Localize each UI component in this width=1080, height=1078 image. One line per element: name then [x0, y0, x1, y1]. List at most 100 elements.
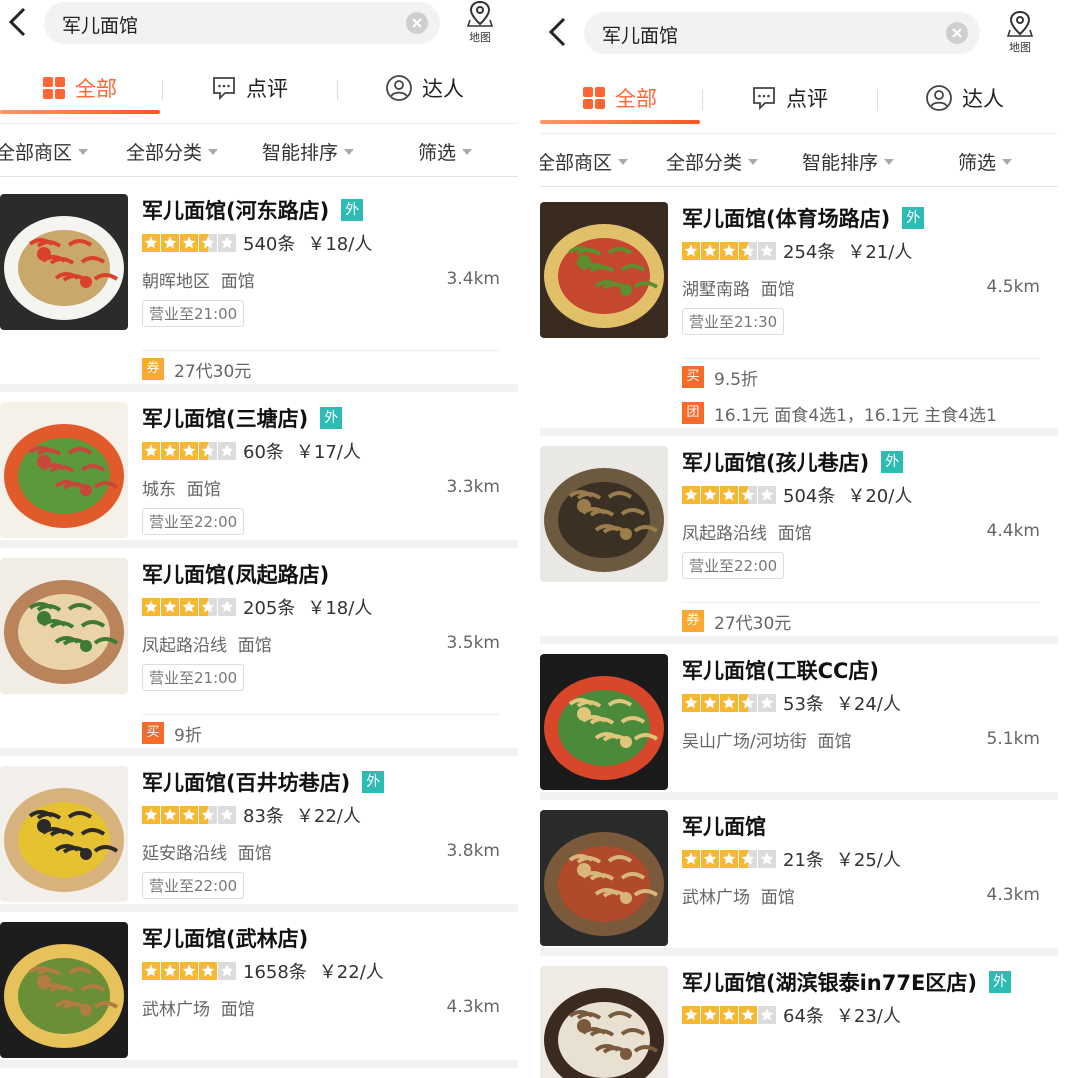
restaurant-photo — [540, 202, 668, 338]
review-count: 53条 — [783, 694, 824, 715]
rating-row: 21条 ￥25/人 — [682, 842, 1040, 876]
star-icon — [720, 242, 738, 260]
distance: 3.5km — [446, 633, 500, 653]
restaurant-info: 军儿面馆(工联CC店) 53条 ￥24/人 吴山广场/河坊街 面馆 5.1km — [682, 654, 1040, 758]
star-icon — [142, 598, 160, 616]
back-arrow-icon[interactable] — [546, 16, 570, 48]
area-row: 朝晖地区 面馆 3.4km — [142, 260, 500, 298]
restaurant-photo — [0, 766, 128, 902]
takeout-badge: 外 — [320, 407, 343, 429]
restaurant-card[interactable]: 军儿面馆(凤起路店) 205条 ￥18/人 凤起路沿线 面馆 3.5km 营业至21:00… — [0, 548, 518, 756]
tab-all-label: 全部 — [75, 77, 117, 101]
restaurant-card[interactable]: 军儿面馆(孩儿巷店) 外 504条 ￥20/人 凤起路沿线 面馆 4.4km 营业至22:0… — [540, 436, 1058, 644]
promo-section: 券 27代30元 — [682, 592, 1040, 639]
restaurant-card[interactable]: 军儿面馆(武林店) 1658条 ￥22/人 武林广场 面馆 4.3km — [0, 912, 518, 1068]
restaurant-card[interactable]: 军儿面馆 21条 ￥25/人 武林广场 面馆 4.3km — [540, 800, 1058, 956]
search-row: 军儿面馆 地图 — [540, 10, 1058, 62]
filter-category[interactable]: 全部分类 — [126, 138, 219, 165]
star-icon — [180, 598, 198, 616]
restaurant-photo — [540, 810, 668, 946]
promo-item[interactable]: 券 27代30元 — [142, 351, 500, 387]
name-row: 军儿面馆(河东路店) 外 — [142, 194, 500, 226]
restaurant-card[interactable]: 军儿面馆(百井坊巷店) 外 83条 ￥22/人 延安路沿线 面馆 3.8km 营业至22:0… — [0, 756, 518, 912]
promo-text: 9.5折 — [714, 369, 759, 390]
name-row: 军儿面馆(凤起路店) — [142, 558, 500, 590]
filter-sort[interactable]: 智能排序 — [802, 148, 895, 175]
tab-active-underline — [0, 110, 160, 114]
area-category: 武林广场 面馆 — [682, 887, 795, 908]
star-icon — [758, 1006, 776, 1024]
name-row: 军儿面馆(三塘店) 外 — [142, 402, 500, 434]
star-icon — [682, 1006, 700, 1024]
name-row: 军儿面馆(体育场路店) 外 — [682, 202, 1040, 234]
name-row: 军儿面馆(湖滨银泰in77E区店) 外 — [682, 966, 1040, 998]
area-category: 凤起路沿线 面馆 — [142, 635, 272, 656]
search-input[interactable]: 军儿面馆 — [44, 2, 440, 44]
restaurant-card[interactable]: 军儿面馆(体育场路店) 外 254条 ￥21/人 湖墅南路 面馆 4.5km 营业至21:3… — [540, 192, 1058, 436]
tab-experts[interactable]: 达人 — [340, 62, 510, 114]
avg-price: ￥17/人 — [295, 442, 361, 463]
restaurant-info: 军儿面馆(三塘店) 外 60条 ￥17/人 城东 面馆 3.3km 营业至22:00 — [142, 402, 500, 535]
business-hours: 营业至21:30 — [682, 308, 785, 335]
area-row: 城东 面馆 3.3km — [142, 468, 500, 506]
name-row: 军儿面馆(百井坊巷店) 外 — [142, 766, 500, 798]
back-arrow-icon[interactable] — [6, 6, 30, 38]
promo-item[interactable]: 买 9折 — [142, 715, 500, 751]
tab-separator — [702, 90, 703, 110]
star-rating — [142, 442, 237, 460]
tab-separator — [162, 80, 163, 100]
distance: 4.3km — [986, 885, 1040, 905]
tab-experts[interactable]: 达人 — [880, 72, 1050, 124]
promo-item[interactable]: 买 9.5折 — [682, 359, 1040, 395]
caret-down-icon — [462, 148, 473, 155]
filter-more[interactable]: 筛选 — [418, 138, 473, 165]
tab-reviews[interactable]: 点评 — [705, 72, 875, 124]
map-button[interactable]: 地图 — [998, 10, 1042, 60]
filter-district[interactable]: 全部商区 — [540, 148, 629, 175]
tab-all[interactable]: 全部 — [0, 62, 160, 114]
promo-section: 券 27代30元 — [142, 340, 500, 387]
star-icon — [701, 694, 719, 712]
tab-reviews-label: 点评 — [246, 77, 288, 101]
takeout-badge: 外 — [988, 971, 1011, 993]
promo-item[interactable]: 团 16.1元 面食4选1，16.1元 主食4选1 — [682, 395, 1040, 431]
star-icon — [701, 1006, 719, 1024]
star-rating — [142, 806, 237, 824]
restaurant-name: 军儿面馆(凤起路店) — [142, 563, 330, 587]
review-count: 83条 — [243, 806, 284, 827]
tab-all[interactable]: 全部 — [540, 72, 700, 124]
restaurant-name: 军儿面馆(工联CC店) — [682, 659, 880, 683]
search-input[interactable]: 军儿面馆 — [584, 12, 980, 54]
clear-icon[interactable] — [946, 22, 968, 44]
restaurant-card[interactable]: 军儿面馆(三塘店) 外 60条 ￥17/人 城东 面馆 3.3km 营业至22:00 — [0, 392, 518, 548]
restaurant-photo — [0, 558, 128, 694]
restaurant-info: 军儿面馆(体育场路店) 外 254条 ￥21/人 湖墅南路 面馆 4.5km 营业至21:3… — [682, 202, 1040, 335]
star-rating — [682, 1006, 777, 1024]
filter-district[interactable]: 全部商区 — [0, 138, 89, 165]
map-button[interactable]: 地图 — [458, 0, 502, 50]
area-category: 吴山广场/河坊街 面馆 — [682, 731, 852, 752]
restaurant-card[interactable]: 军儿面馆(工联CC店) 53条 ￥24/人 吴山广场/河坊街 面馆 5.1km — [540, 644, 1058, 800]
promo-item[interactable]: 券 27代30元 — [682, 603, 1040, 639]
filter-category[interactable]: 全部分类 — [666, 148, 759, 175]
star-icon — [180, 442, 198, 460]
user-icon — [926, 85, 952, 111]
restaurant-card[interactable]: 军儿面馆(河东路店) 外 540条 ￥18/人 朝晖地区 面馆 3.4km 营业至21:00… — [0, 184, 518, 392]
distance: 5.1km — [986, 729, 1040, 749]
search-query-text: 军儿面馆 — [602, 25, 679, 47]
restaurant-photo — [0, 194, 128, 330]
caret-down-icon — [344, 148, 355, 155]
star-icon — [161, 598, 179, 616]
clear-icon[interactable] — [406, 12, 428, 34]
restaurant-card[interactable]: 军儿面馆(湖滨银泰in77E区店) 外 64条 ￥23/人 — [540, 956, 1058, 1078]
filter-more[interactable]: 筛选 — [958, 148, 1013, 175]
restaurant-info: 军儿面馆(武林店) 1658条 ￥22/人 武林广场 面馆 4.3km — [142, 922, 500, 1026]
area-row: 凤起路沿线 面馆 4.4km — [682, 512, 1040, 550]
rating-row: 504条 ￥20/人 — [682, 478, 1040, 512]
tab-reviews[interactable]: 点评 — [165, 62, 335, 114]
star-rating — [682, 694, 777, 712]
star-icon — [180, 962, 198, 980]
filter-sort[interactable]: 智能排序 — [262, 138, 355, 165]
tab-bar: 全部 点评 达人 — [0, 62, 518, 114]
distance: 4.4km — [986, 521, 1040, 541]
